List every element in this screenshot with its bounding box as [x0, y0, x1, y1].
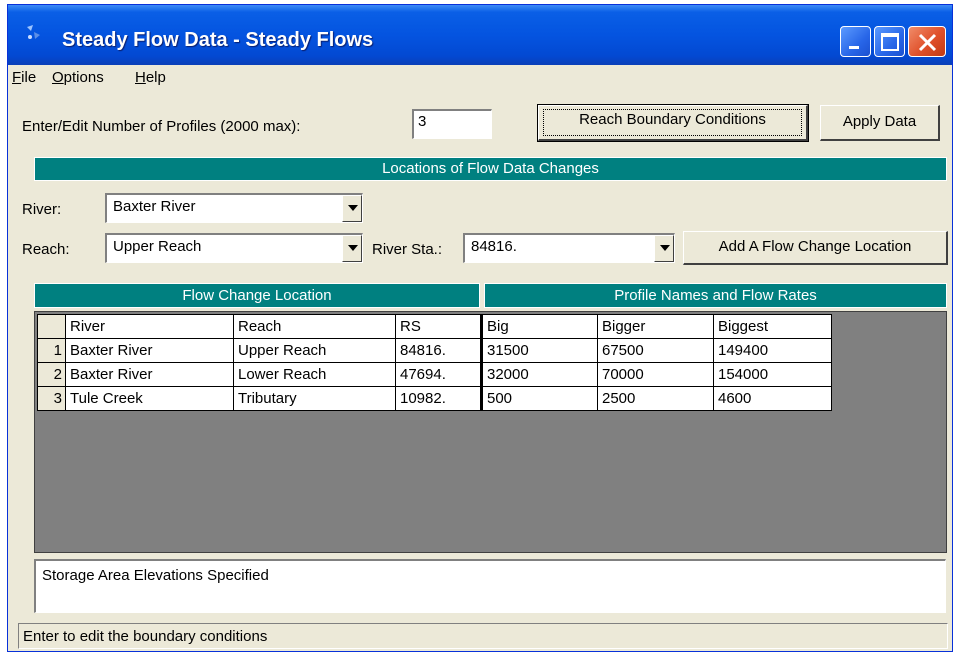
cell-flow-bigger[interactable]: 2500 — [597, 386, 714, 411]
app-icon — [27, 25, 40, 39]
column-header-rs[interactable]: RS — [395, 314, 482, 339]
close-button[interactable] — [908, 26, 946, 57]
apply-data-button[interactable]: Apply Data — [820, 105, 940, 141]
cell-flow-biggest[interactable]: 4600 — [713, 386, 832, 411]
river-station-dropdown-button[interactable] — [654, 235, 674, 262]
river-station-select[interactable]: 84816. — [463, 233, 675, 263]
profile-names-header: Profile Names and Flow Rates — [484, 283, 947, 308]
storage-area-text-box[interactable]: Storage Area Elevations Specified — [34, 559, 946, 613]
reach-boundary-conditions-button[interactable]: Reach Boundary Conditions — [537, 104, 809, 142]
table-row: 2 Baxter River Lower Reach 47694. 32000 … — [37, 362, 832, 387]
column-header-big[interactable]: Big — [480, 314, 598, 339]
reach-dropdown-button[interactable] — [342, 235, 362, 262]
row-number: 3 — [37, 386, 66, 411]
title-bar[interactable]: Steady Flow Data - Steady Flows — [8, 5, 952, 65]
profiles-count-input[interactable]: 3 — [412, 109, 492, 139]
steady-flow-window: Steady Flow Data - Steady Flows File Opt… — [7, 4, 953, 652]
column-header-river[interactable]: River — [65, 314, 234, 339]
add-flow-change-location-button[interactable]: Add A Flow Change Location — [683, 231, 948, 265]
river-station-label: River Sta.: — [372, 241, 443, 258]
flow-data-table: River Reach RS Big Bigger Biggest 1 Baxt… — [37, 314, 832, 411]
cell-river[interactable]: Baxter River — [65, 338, 234, 363]
flow-change-location-header: Flow Change Location — [34, 283, 480, 308]
status-text: Enter to edit the boundary conditions — [23, 628, 268, 645]
cell-flow-bigger[interactable]: 70000 — [597, 362, 714, 387]
cell-rs[interactable]: 84816. — [395, 338, 482, 363]
window-title: Steady Flow Data - Steady Flows — [62, 29, 374, 51]
menu-help[interactable]: Help — [135, 69, 166, 86]
row-number: 2 — [37, 362, 66, 387]
column-header-bigger[interactable]: Bigger — [597, 314, 714, 339]
cell-flow-big[interactable]: 31500 — [480, 338, 598, 363]
minimize-icon — [849, 46, 859, 49]
cell-flow-biggest[interactable]: 149400 — [713, 338, 832, 363]
cell-flow-big[interactable]: 500 — [480, 386, 598, 411]
cell-river[interactable]: Baxter River — [65, 362, 234, 387]
cell-reach[interactable]: Tributary — [233, 386, 396, 411]
flow-data-grid: River Reach RS Big Bigger Biggest 1 Baxt… — [34, 311, 947, 553]
close-icon — [918, 33, 937, 52]
maximize-button[interactable] — [874, 26, 905, 57]
column-header-biggest[interactable]: Biggest — [713, 314, 832, 339]
river-label: River: — [22, 201, 62, 218]
cell-flow-bigger[interactable]: 67500 — [597, 338, 714, 363]
table-row: 1 Baxter River Upper Reach 84816. 31500 … — [37, 338, 832, 363]
river-dropdown-button[interactable] — [342, 195, 362, 222]
minimize-button[interactable] — [840, 26, 871, 57]
profiles-label: Enter/Edit Number of Profiles (2000 max)… — [22, 118, 301, 135]
menu-file[interactable]: File — [12, 69, 36, 86]
chevron-down-icon — [660, 245, 670, 251]
maximize-icon — [881, 33, 899, 51]
storage-area-text: Storage Area Elevations Specified — [42, 567, 269, 584]
cell-rs[interactable]: 10982. — [395, 386, 482, 411]
cell-river[interactable]: Tule Creek — [65, 386, 234, 411]
reach-label: Reach: — [22, 241, 70, 258]
status-bar: Enter to edit the boundary conditions — [18, 623, 948, 649]
column-header-reach[interactable]: Reach — [233, 314, 396, 339]
table-row: 3 Tule Creek Tributary 10982. 500 2500 4… — [37, 386, 832, 411]
table-header-row: River Reach RS Big Bigger Biggest — [37, 314, 832, 339]
river-select[interactable]: Baxter River — [105, 193, 363, 223]
menu-bar: File Options Help — [8, 65, 952, 91]
reach-select[interactable]: Upper Reach — [105, 233, 363, 263]
locations-header: Locations of Flow Data Changes — [34, 157, 947, 181]
cell-flow-biggest[interactable]: 154000 — [713, 362, 832, 387]
chevron-down-icon — [348, 245, 358, 251]
corner-cell — [37, 314, 66, 339]
cell-reach[interactable]: Lower Reach — [233, 362, 396, 387]
chevron-down-icon — [348, 205, 358, 211]
cell-rs[interactable]: 47694. — [395, 362, 482, 387]
cell-flow-big[interactable]: 32000 — [480, 362, 598, 387]
row-number: 1 — [37, 338, 66, 363]
cell-reach[interactable]: Upper Reach — [233, 338, 396, 363]
menu-options[interactable]: Options — [52, 69, 104, 86]
